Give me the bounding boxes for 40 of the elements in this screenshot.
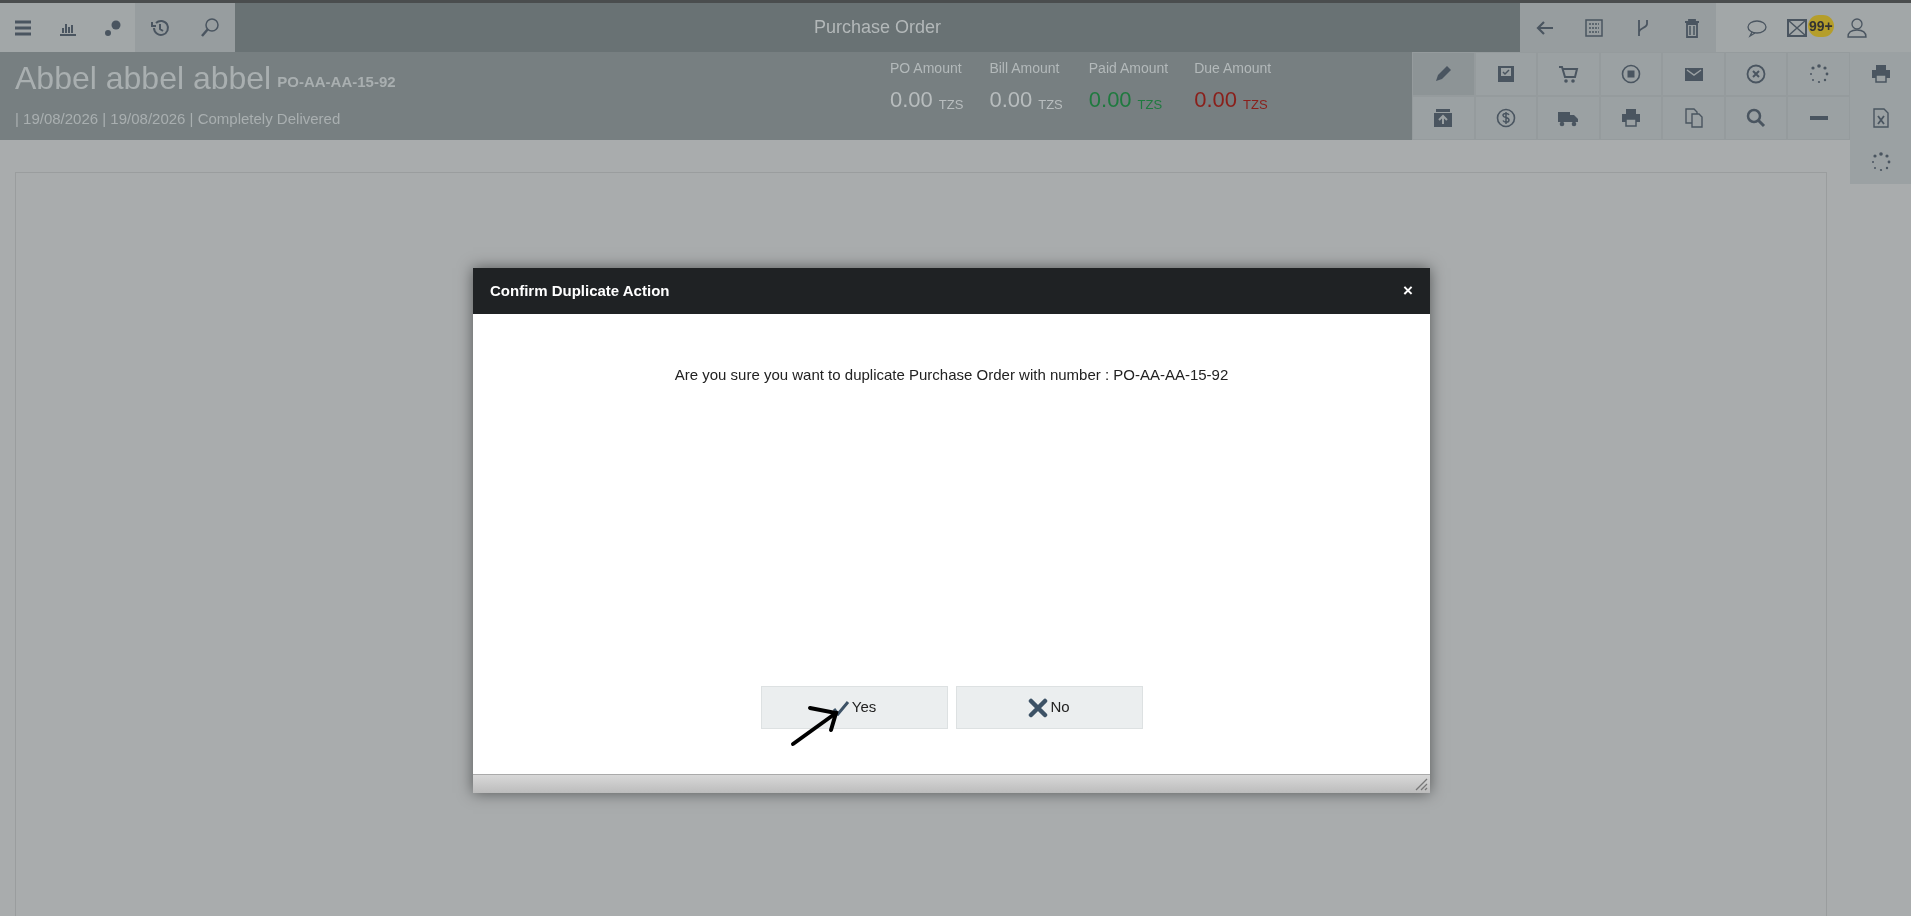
- search-icon[interactable]: [185, 3, 235, 52]
- close-button[interactable]: ×: [1403, 278, 1413, 304]
- dialog-title: Confirm Duplicate Action: [490, 280, 670, 301]
- currency-code: TZS: [1137, 95, 1163, 114]
- amount-label: Paid Amount: [1088, 59, 1169, 78]
- upload-box-icon[interactable]: [1412, 96, 1475, 140]
- pencil-icon[interactable]: [1412, 52, 1475, 96]
- trash-icon[interactable]: [1667, 3, 1716, 52]
- amount-label: Due Amount: [1194, 59, 1272, 78]
- checked-box-icon[interactable]: [1474, 52, 1538, 96]
- stop-icon[interactable]: [1599, 52, 1663, 96]
- page-title: Purchase Order: [813, 16, 942, 39]
- check-icon: [831, 699, 850, 716]
- amount-label: Bill Amount: [989, 59, 1061, 78]
- copy-icon[interactable]: [1662, 96, 1725, 140]
- history-icon[interactable]: [135, 3, 185, 52]
- amount-value: 0.00: [890, 86, 933, 114]
- cart-icon[interactable]: [1537, 52, 1600, 96]
- dialog-message: Are you sure you want to duplicate Purchase Order with number : PO-AA-AA-15-92: [674, 365, 1229, 385]
- printer-icon[interactable]: [1599, 96, 1663, 140]
- amount-value: 0.00: [1194, 86, 1237, 114]
- no-button[interactable]: No: [955, 686, 1143, 729]
- dollar-icon[interactable]: [1474, 96, 1538, 140]
- menu-icon[interactable]: [0, 3, 45, 52]
- search-icon[interactable]: [1724, 96, 1788, 140]
- printer-icon[interactable]: [1850, 52, 1911, 96]
- currency-code: TZS: [938, 95, 964, 114]
- close-icon: [1028, 697, 1049, 718]
- envelope-icon[interactable]: [1662, 52, 1725, 96]
- currency-code: TZS: [1038, 95, 1063, 114]
- notification-badge: 99+: [1808, 15, 1834, 37]
- yes-button[interactable]: Yes: [760, 686, 948, 729]
- resize-handle-icon[interactable]: [1414, 777, 1428, 791]
- minus-icon[interactable]: [1787, 96, 1850, 140]
- cancel-icon[interactable]: [1724, 52, 1788, 96]
- amount-label: PO Amount: [890, 59, 963, 78]
- amount-value: 0.00: [1088, 86, 1132, 114]
- truck-icon[interactable]: [1537, 96, 1600, 140]
- amount-value: 0.00: [989, 86, 1033, 114]
- currency-code: TZS: [1243, 95, 1268, 114]
